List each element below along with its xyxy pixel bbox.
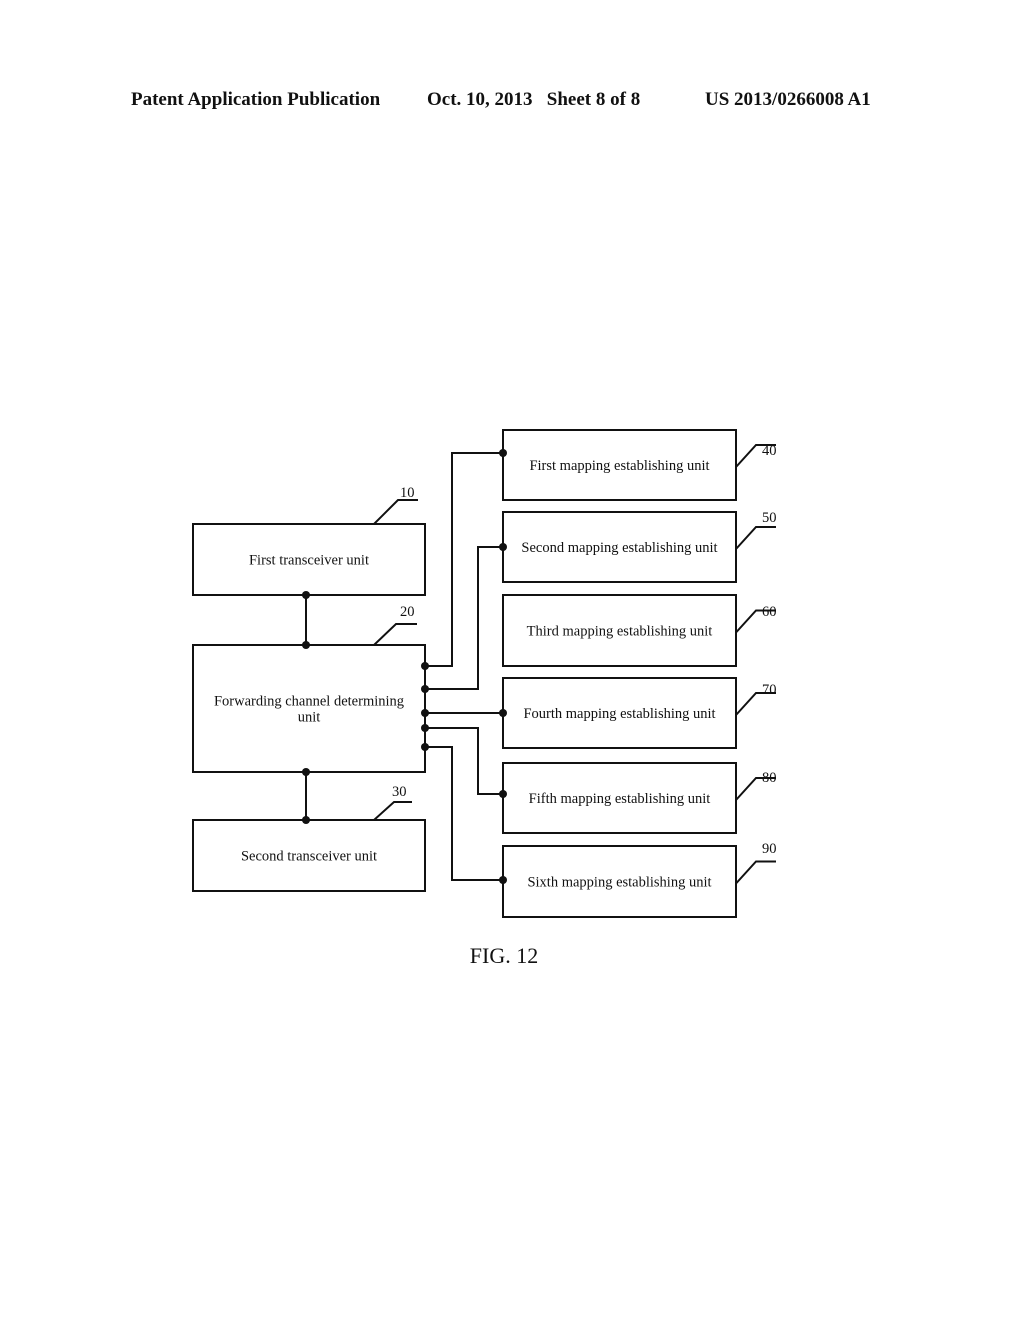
reference-numeral-80: 80: [762, 770, 777, 786]
junction-dot: [421, 724, 429, 732]
reference-numeral-60: 60: [762, 604, 777, 620]
block-diagram: First transceiver unit 10 Forwarding chann…: [192, 429, 777, 968]
junction-dot: [302, 768, 310, 776]
junction-dot: [421, 709, 429, 717]
junction-dot: [302, 641, 310, 649]
unit-label-30: Second transceiver unit: [241, 849, 377, 865]
junction-dot: [421, 685, 429, 693]
junction-dot: [421, 743, 429, 751]
junction-dot: [499, 876, 507, 884]
unit-label-40: First mapping establishing unit: [529, 458, 709, 474]
junction-dot: [499, 709, 507, 717]
junction-dot: [499, 790, 507, 798]
connector-u20-u80: [425, 727, 503, 795]
unit-label-10: First transceiver unit: [249, 553, 369, 569]
connector-u20-u50: [425, 546, 503, 690]
junction-dot: [499, 449, 507, 457]
leader-line-90: [735, 860, 776, 885]
unit-label-90: Sixth mapping establishing unit: [527, 875, 711, 891]
junction-dot: [499, 543, 507, 551]
junction-dot: [302, 816, 310, 824]
leader-line-30: [373, 801, 412, 821]
reference-numeral-50: 50: [762, 510, 777, 526]
reference-numeral-40: 40: [762, 443, 777, 459]
junction-dot: [421, 662, 429, 670]
leader-line-10: [373, 499, 418, 525]
reference-numeral-30: 30: [392, 784, 407, 800]
reference-numeral-10: 10: [400, 485, 415, 501]
reference-numeral-70: 70: [762, 682, 777, 698]
unit-label-20: Forwarding channel determining: [214, 694, 404, 710]
leader-line-50: [735, 526, 776, 550]
reference-numeral-90: 90: [762, 841, 777, 857]
connector-u20-u40: [425, 452, 503, 667]
unit-label-20: unit: [298, 710, 321, 726]
connector-u20-u90: [425, 746, 503, 881]
junction-dot: [302, 591, 310, 599]
unit-label-60: Third mapping establishing unit: [527, 624, 713, 640]
unit-label-80: Fifth mapping establishing unit: [529, 791, 711, 807]
reference-numeral-20: 20: [400, 604, 415, 620]
leader-line-20: [373, 623, 417, 646]
unit-label-70: Fourth mapping establishing unit: [523, 706, 715, 722]
figure-caption: FIG. 12: [470, 943, 538, 968]
unit-label-50: Second mapping establishing unit: [521, 540, 717, 556]
